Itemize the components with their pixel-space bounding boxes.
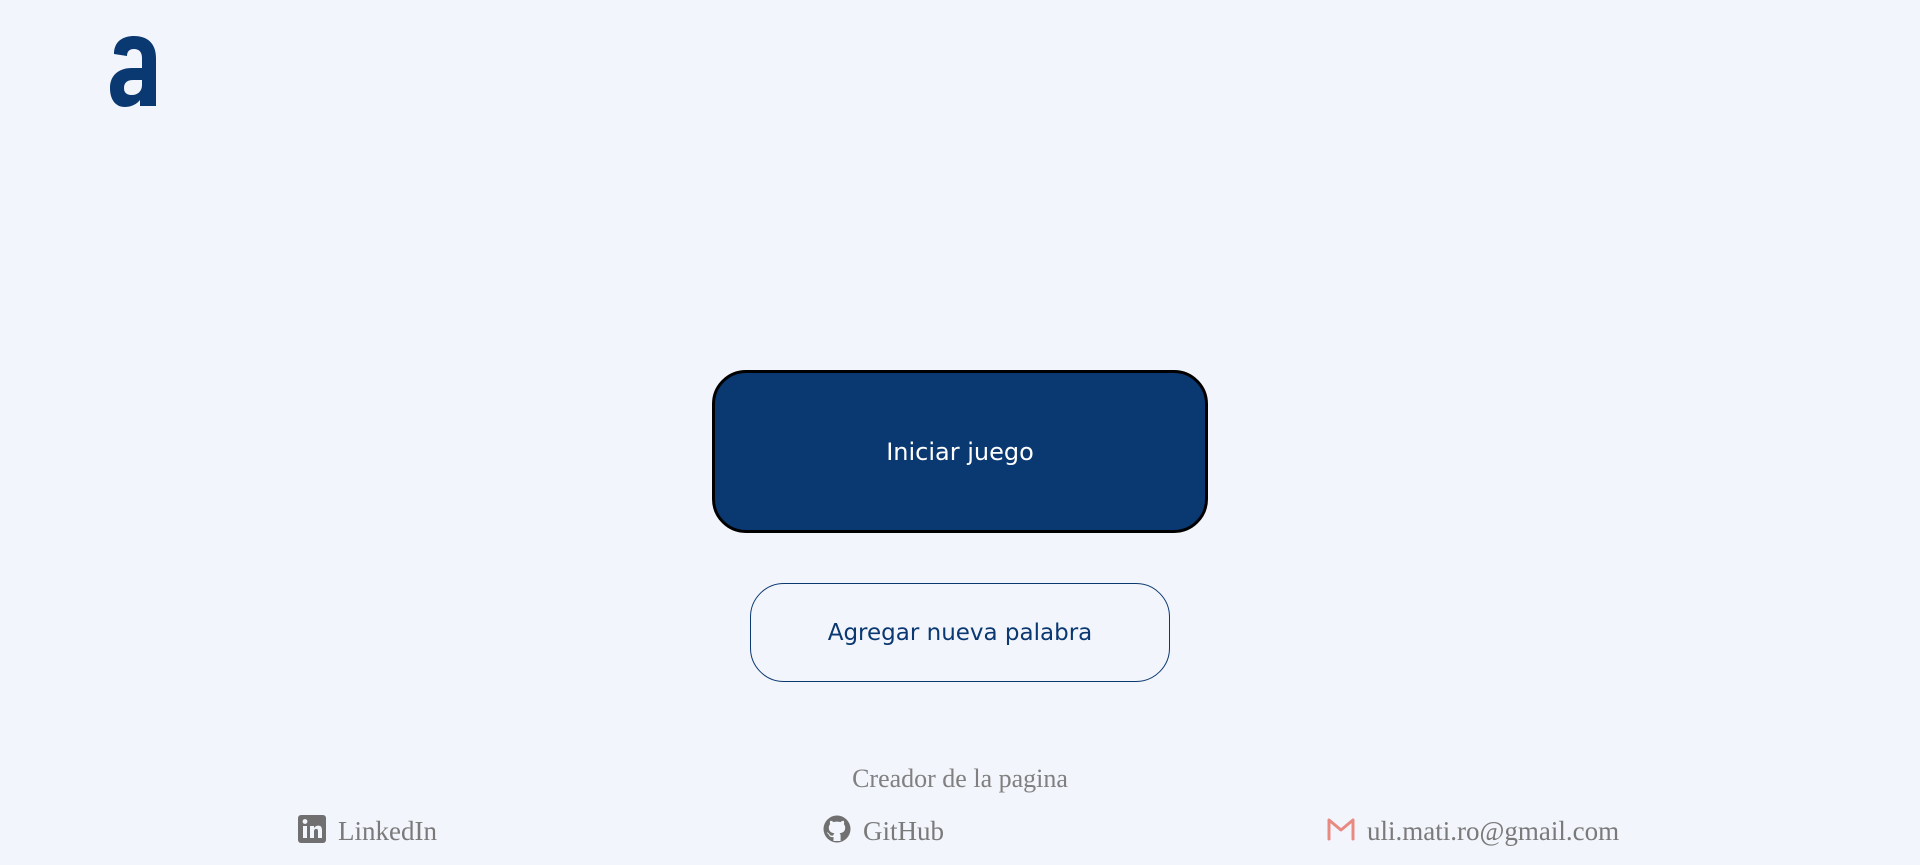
start-game-button[interactable]: Iniciar juego <box>712 370 1208 533</box>
github-icon <box>822 814 852 844</box>
email-label: uli.mati.ro@gmail.com <box>1367 816 1620 846</box>
add-word-label: Agregar nueva palabra <box>827 619 1093 646</box>
start-game-label: Iniciar juego <box>886 437 1034 466</box>
linkedin-label: LinkedIn <box>338 816 437 846</box>
alura-logo-icon[interactable] <box>108 34 160 108</box>
linkedin-link[interactable]: LinkedIn <box>297 814 437 847</box>
add-word-button[interactable]: Agregar nueva palabra <box>750 583 1170 682</box>
github-label: GitHub <box>863 816 944 846</box>
page: Iniciar juego Agregar nueva palabra Crea… <box>0 0 1920 865</box>
footer-title: Creador de la pagina <box>852 764 1068 793</box>
github-link[interactable]: GitHub <box>822 814 944 847</box>
gmail-icon <box>1326 814 1356 844</box>
linkedin-icon <box>297 814 327 844</box>
email-link[interactable]: uli.mati.ro@gmail.com <box>1326 816 1619 847</box>
